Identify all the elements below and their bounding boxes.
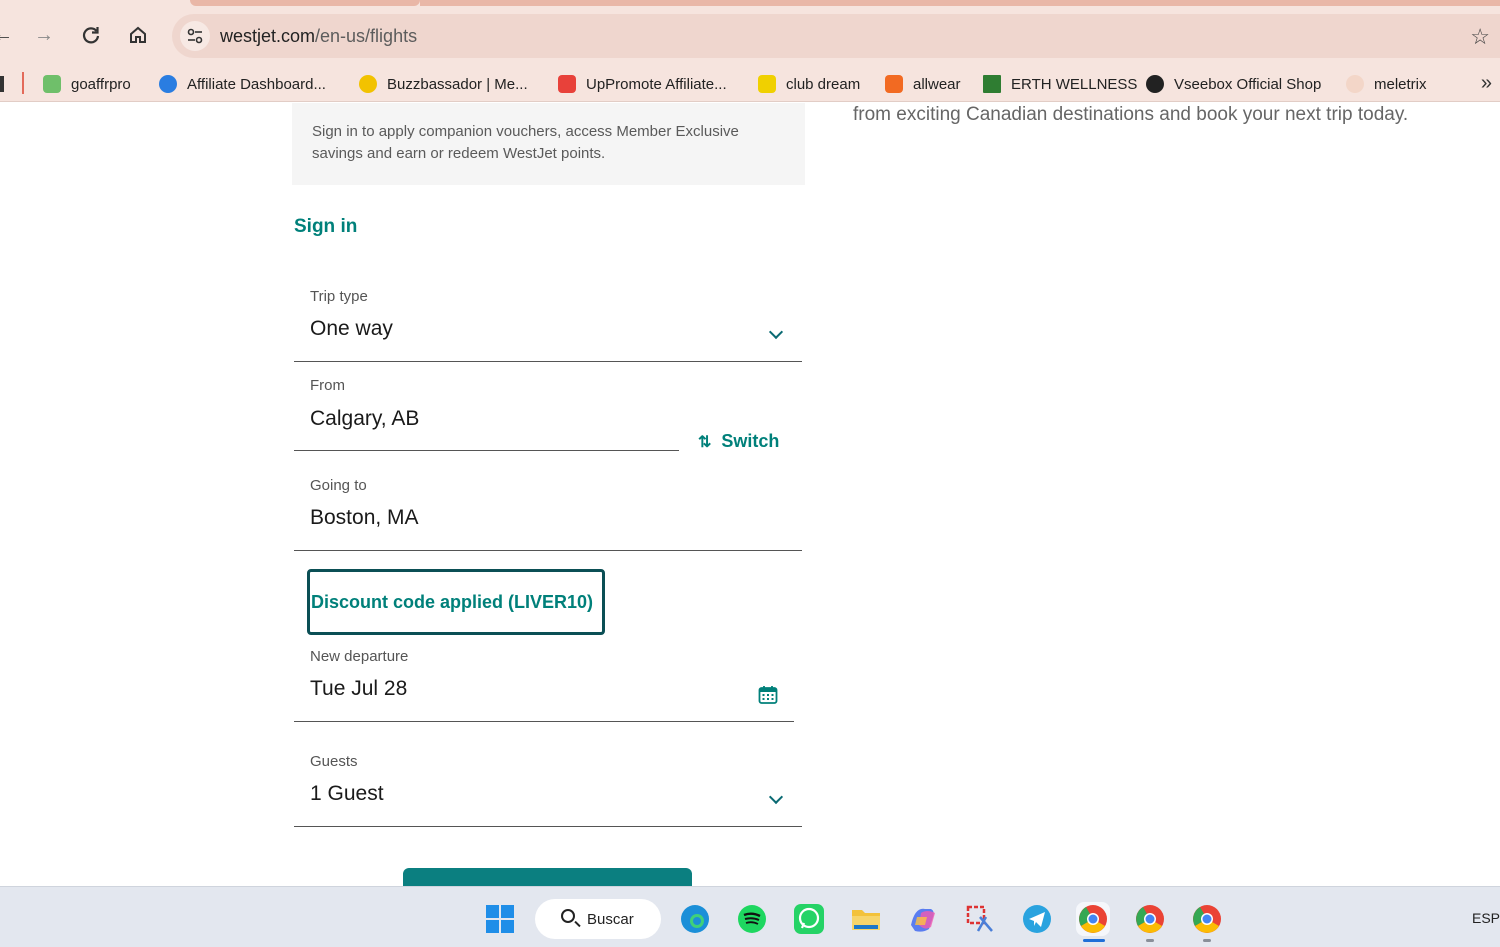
bookmark-label: UpPromote Affiliate... — [586, 75, 727, 93]
new-departure-label: New departure — [310, 648, 409, 665]
bookmark-star-icon[interactable]: ☆ — [1470, 24, 1490, 50]
address-bar[interactable]: westjet.com/en-us/flights ☆ — [172, 14, 1500, 58]
guests-select[interactable]: Guests 1 Guest — [294, 742, 802, 827]
bookmark-item[interactable]: Vseebox Official Shop — [1146, 73, 1321, 95]
windows-taskbar: Buscar ESP — [0, 886, 1500, 947]
more-bookmarks-icon[interactable]: » — [1481, 72, 1492, 95]
taskbar-search[interactable]: Buscar — [535, 899, 661, 939]
bookmark-label: meletrix — [1374, 75, 1427, 93]
buzzbassador-icon — [359, 75, 377, 93]
trip-type-label: Trip type — [310, 288, 368, 305]
language-indicator[interactable]: ESP — [1472, 910, 1500, 926]
meletrix-icon — [1346, 75, 1364, 93]
goaffpro-icon — [43, 75, 61, 93]
swap-arrows-icon: ⇅ — [698, 433, 712, 451]
switch-label: Switch — [721, 431, 780, 451]
whatsapp-icon[interactable] — [792, 902, 826, 936]
chrome-icon[interactable] — [1076, 902, 1110, 936]
url-path: /en-us/flights — [315, 26, 418, 46]
apps-icon[interactable] — [0, 76, 4, 92]
allwear-icon — [885, 75, 903, 93]
open-app-indicator — [1146, 939, 1154, 942]
new-departure-value: Tue Jul 28 — [310, 677, 408, 700]
home-icon[interactable] — [123, 20, 153, 50]
uppromote-icon — [558, 75, 576, 93]
promo-text: from exciting Canadian destinations and … — [853, 104, 1409, 125]
page-content: from exciting Canadian destinations and … — [0, 103, 1500, 886]
discount-code-button[interactable]: Discount code applied (LIVER10) — [307, 569, 605, 635]
search-icon — [561, 909, 575, 923]
search-flights-button[interactable] — [403, 868, 692, 886]
back-icon[interactable]: ← — [0, 20, 18, 50]
erth-wellness-icon — [983, 75, 1001, 93]
vseebox-icon — [1146, 75, 1164, 93]
signin-info-box: Sign in to apply companion vouchers, acc… — [292, 103, 805, 185]
bookmark-label: Affiliate Dashboard... — [187, 75, 326, 93]
trip-type-select[interactable]: Trip type One way — [294, 277, 802, 362]
bookmark-label: Buzzbassador | Me... — [387, 75, 528, 93]
club-dream-icon — [758, 75, 776, 93]
url-text: westjet.com/en-us/flights — [220, 26, 417, 47]
bookmark-item[interactable]: club dream — [758, 73, 860, 95]
chevron-down-icon — [768, 324, 784, 340]
bookmark-label: allwear — [913, 75, 961, 93]
from-label: From — [310, 377, 345, 394]
guests-label: Guests — [310, 753, 358, 770]
from-value: Calgary, AB — [310, 407, 420, 430]
going-to-label: Going to — [310, 477, 367, 494]
bookmark-item[interactable]: UpPromote Affiliate... — [558, 73, 727, 95]
guests-value: 1 Guest — [310, 782, 384, 805]
discount-code-label: Discount code applied (LIVER10) — [311, 591, 594, 612]
bookmark-item[interactable]: Buzzbassador | Me... — [359, 73, 528, 95]
edge-icon[interactable] — [678, 902, 712, 936]
site-settings-icon[interactable] — [180, 21, 210, 51]
bookmark-label: club dream — [786, 75, 861, 93]
signin-info-line: Sign in to apply companion vouchers, acc… — [312, 123, 739, 140]
bookmarks-bar: goaffrpro Affiliate Dashboard... Buzzbas… — [0, 64, 1500, 102]
bookmark-item[interactable]: ERTH WELLNESS — [983, 73, 1137, 95]
bookmark-item[interactable]: goaffrpro — [43, 73, 131, 95]
bookmark-label: Vseebox Official Shop — [1174, 75, 1322, 93]
chrome-icon[interactable] — [1190, 902, 1224, 936]
bookmarks-separator — [22, 72, 24, 94]
from-field[interactable]: From Calgary, AB — [294, 367, 679, 451]
chrome-icon[interactable] — [1133, 902, 1167, 936]
browser-toolbar: ← → westjet.com/en-us/flights ☆ — [0, 6, 1500, 64]
active-app-indicator — [1083, 939, 1105, 942]
signin-info-line: savings and earn or redeem WestJet point… — [312, 145, 606, 162]
chevron-down-icon — [768, 789, 784, 805]
reload-icon[interactable] — [76, 20, 106, 50]
new-departure-field[interactable]: New departure Tue Jul 28 — [294, 637, 794, 722]
calendar-icon[interactable] — [758, 685, 778, 705]
telegram-icon[interactable] — [1020, 902, 1054, 936]
going-to-field[interactable]: Going to Boston, MA — [294, 466, 802, 551]
forward-icon[interactable]: → — [29, 20, 59, 50]
trip-type-value: One way — [310, 317, 393, 340]
bookmark-item[interactable]: meletrix — [1346, 73, 1427, 95]
spotify-icon[interactable] — [735, 902, 769, 936]
file-explorer-icon[interactable] — [849, 902, 883, 936]
bookmark-label: ERTH WELLNESS — [1011, 75, 1138, 93]
windows-start-icon[interactable] — [483, 902, 517, 936]
bookmark-label: goaffrpro — [71, 75, 131, 93]
sign-in-link[interactable]: Sign in — [294, 216, 357, 238]
copilot-icon[interactable] — [906, 902, 940, 936]
taskbar-search-label: Buscar — [587, 910, 634, 928]
url-host: westjet.com — [220, 26, 316, 46]
open-app-indicator — [1203, 939, 1211, 942]
snipping-tool-icon[interactable] — [963, 902, 997, 936]
affiliate-dashboard-icon — [159, 75, 177, 93]
bookmark-item[interactable]: Affiliate Dashboard... — [159, 73, 326, 95]
bookmark-item[interactable]: allwear — [885, 73, 961, 95]
switch-button[interactable]: ⇅ Switch — [698, 431, 779, 452]
going-to-value: Boston, MA — [310, 506, 419, 529]
